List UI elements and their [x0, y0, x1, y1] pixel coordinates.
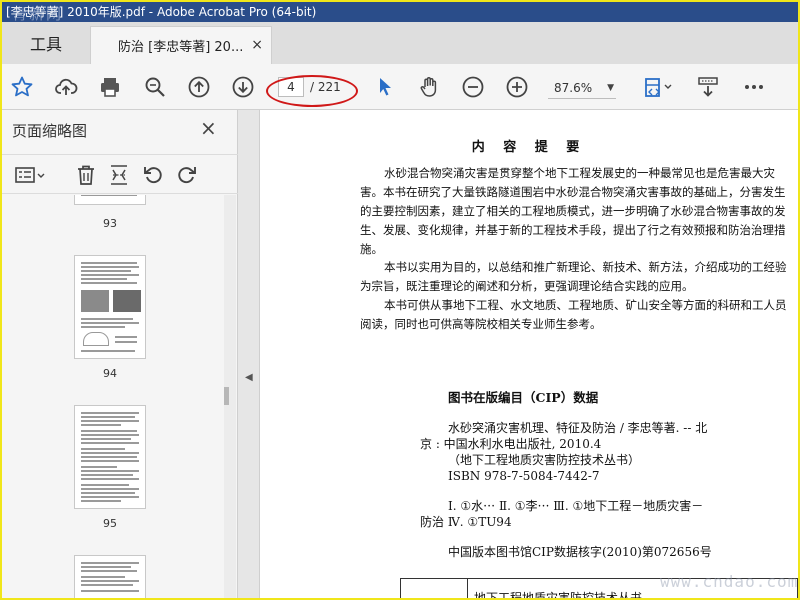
- tab-document-label: 防治 [李忠等著] 20...: [118, 40, 244, 55]
- thumbnails-list: 93 94 95: [2, 195, 224, 598]
- series-box-text: 地下工程地质灾害防控技术丛书: [474, 591, 643, 598]
- zoom-level-value: 87.6%: [554, 81, 593, 95]
- hand-tool-icon[interactable]: [415, 73, 443, 101]
- cip-line: 防治 Ⅳ. ①TU94: [420, 515, 512, 529]
- thumbnails-scroll-thumb[interactable]: [224, 387, 229, 405]
- tab-close-icon[interactable]: ×: [251, 37, 263, 53]
- cip-line: Ⅰ. ①水⋯ Ⅱ. ①李⋯ Ⅲ. ①地下工程－地质灾害－: [448, 499, 704, 513]
- upload-cloud-icon[interactable]: [52, 73, 80, 101]
- page-thumbnail[interactable]: [74, 405, 146, 509]
- main-toolbar: 4 / 221 87.6% ▼: [2, 64, 798, 110]
- summary-paragraph-3: 本书可供从事地下工程、水文地质、工程地质、矿山安全等方面的科研和工人员阅读，同时…: [360, 298, 787, 331]
- rotate-right-icon[interactable]: [175, 163, 199, 187]
- more-icon[interactable]: [740, 73, 768, 101]
- tab-document[interactable]: 防治 [李忠等著] 20... ×: [90, 26, 272, 64]
- page-thumbnail[interactable]: [74, 195, 146, 205]
- cip-line: 京 : 中国水利水电出版社, 2010.4: [420, 437, 602, 451]
- thumbnails-panel-title: 页面缩略图: [12, 122, 88, 140]
- zoom-search-icon[interactable]: [141, 73, 169, 101]
- page-thumbnail[interactable]: [74, 255, 146, 359]
- chevron-down-icon: ▼: [607, 83, 614, 93]
- cip-title: 图书在版编目（CIP）数据: [448, 390, 599, 405]
- thumbnails-toolbar: [2, 154, 238, 194]
- thumbnail-options-icon[interactable]: [12, 163, 48, 187]
- annotation-circle-highlight: [266, 75, 358, 107]
- content-summary-heading: 内 容 提 要: [471, 140, 587, 155]
- zoom-level-select[interactable]: 87.6% ▼: [548, 77, 616, 99]
- select-cursor-icon[interactable]: [371, 73, 399, 101]
- rotate-left-icon[interactable]: [141, 163, 165, 187]
- panel-collapse-strip[interactable]: ◀: [238, 110, 260, 598]
- page-fit-icon[interactable]: [640, 73, 676, 101]
- print-icon[interactable]: [96, 73, 124, 101]
- site-watermark-bottom: www.cndao.com: [660, 572, 798, 591]
- cip-line: （地下工程地质灾害防控技术丛书）: [448, 453, 641, 467]
- delete-icon[interactable]: [74, 163, 98, 187]
- cip-number: 中国版本图书馆CIP数据核字(2010)第072656号: [448, 545, 712, 559]
- acrobat-window: [李忠等著] 2010年版.pdf - Adobe Acrobat Pro (6…: [2, 2, 798, 598]
- page-thumbnail-label: 95: [103, 517, 117, 530]
- tab-tools[interactable]: 工具: [2, 22, 90, 64]
- page-thumbnail-label: 93: [103, 217, 117, 230]
- collapse-left-icon[interactable]: ◀: [245, 372, 253, 383]
- page-down-icon[interactable]: [229, 73, 257, 101]
- summary-paragraph-1: 水砂混合物突涌灾害是贯穿整个地下工程发展史的一种最常见也是危害最大灾害。本书在研…: [360, 166, 786, 256]
- summary-paragraph-2: 本书以实用为目的，以总结和推广新理论、新技术、新方法，介绍成功的工经验为宗旨，既…: [360, 260, 787, 293]
- cip-line: 水砂突涌灾害机理、特征及防治 / 李忠等著. -- 北: [448, 421, 708, 435]
- tab-bar: 工具 防治 [李忠等著] 20... ×: [2, 22, 798, 64]
- zoom-out-icon[interactable]: [459, 73, 487, 101]
- cip-line: ISBN 978-7-5084-7442-7: [448, 469, 600, 483]
- page-thumbnail-label: 94: [103, 367, 117, 380]
- close-icon[interactable]: ×: [200, 116, 217, 140]
- page-up-icon[interactable]: [185, 73, 213, 101]
- star-icon[interactable]: [8, 73, 36, 101]
- extract-pages-icon[interactable]: [107, 163, 131, 187]
- title-bar: [李忠等著] 2010年版.pdf - Adobe Acrobat Pro (6…: [2, 2, 798, 23]
- thumbnails-panel: 页面缩略图 × 93 94 95: [2, 110, 238, 598]
- page-thumbnail[interactable]: [74, 555, 146, 598]
- document-page: 内 容 提 要 水砂混合物突涌灾害是贯穿整个地下工程发展史的一种最常见也是危害最…: [260, 110, 798, 598]
- site-watermark-top: 青新网: [12, 5, 64, 23]
- scroll-mode-icon[interactable]: [694, 73, 722, 101]
- zoom-in-icon[interactable]: [503, 73, 531, 101]
